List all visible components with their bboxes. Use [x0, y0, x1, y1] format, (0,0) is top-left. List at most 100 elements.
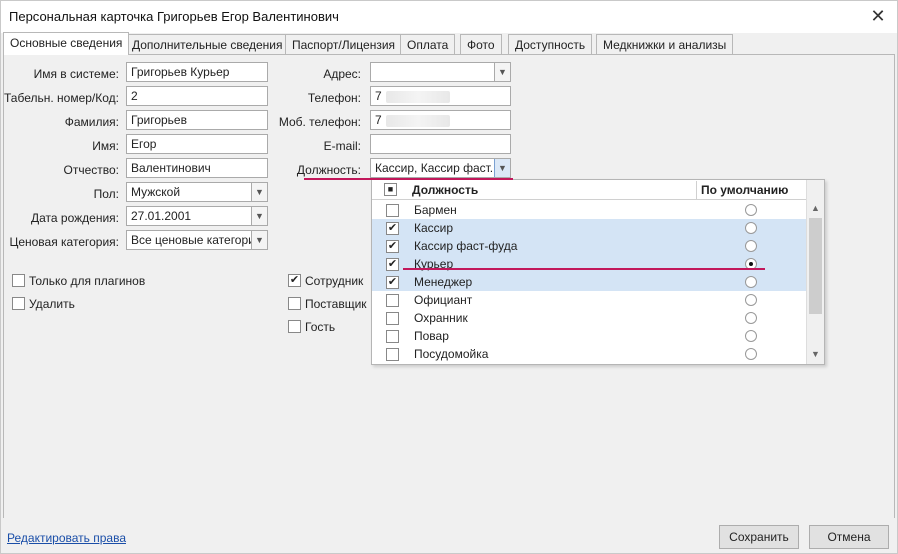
- supplier-label: Поставщик: [305, 297, 367, 311]
- price-category-select[interactable]: Все ценовые категории ▼: [126, 230, 268, 250]
- row-checkbox[interactable]: [386, 330, 399, 343]
- gender-value: Мужской: [131, 185, 181, 199]
- checkbox-box[interactable]: [12, 297, 25, 311]
- edit-rights-link[interactable]: Редактировать права: [7, 531, 126, 545]
- default-radio[interactable]: [745, 204, 757, 216]
- tab-number-input[interactable]: 2: [126, 86, 268, 106]
- patronymic-label: Отчество:: [63, 163, 120, 177]
- row-checkbox[interactable]: ✔: [386, 240, 399, 253]
- address-select[interactable]: ▼: [370, 62, 511, 82]
- chevron-down-icon[interactable]: ▼: [251, 183, 267, 201]
- row-checkbox[interactable]: ✔: [386, 276, 399, 289]
- mobile-input[interactable]: 7: [370, 110, 511, 130]
- birth-date-label: Дата рождения:: [31, 211, 119, 225]
- card-window: Персональная карточка Григорьев Егор Вал…: [0, 0, 898, 554]
- tab-number-label: Табельн. номер/Код:: [4, 91, 119, 105]
- list-item[interactable]: Посудомойка: [372, 345, 806, 363]
- tab-photo[interactable]: Фото: [460, 34, 502, 55]
- dropdown-list: Бармен ✔ Кассир ✔ Кассир фаст-фуда ✔ Курьер ✔ Ме…: [372, 201, 806, 365]
- checkbox-box[interactable]: [12, 274, 25, 288]
- surname-input[interactable]: Григорьев: [126, 110, 268, 130]
- employee-checkbox[interactable]: ✔ Сотрудник: [288, 274, 363, 290]
- default-radio[interactable]: [745, 312, 757, 324]
- close-icon[interactable]: ✕: [867, 5, 889, 27]
- first-name-label: Имя:: [92, 139, 119, 153]
- chevron-down-icon[interactable]: ▼: [494, 63, 510, 81]
- default-radio[interactable]: [745, 276, 757, 288]
- position-value: Кассир, Кассир фаст...: [375, 161, 500, 175]
- col-position-header: Должность: [412, 183, 479, 197]
- system-name-input[interactable]: Григорьев Курьер: [126, 62, 268, 82]
- gender-select[interactable]: Мужской ▼: [126, 182, 268, 202]
- surname-label: Фамилия:: [64, 115, 119, 129]
- tab-payment[interactable]: Оплата: [400, 34, 456, 55]
- position-name: Курьер: [414, 257, 454, 271]
- row-checkbox[interactable]: [386, 204, 399, 217]
- chevron-down-icon[interactable]: ▼: [251, 207, 267, 225]
- plugins-only-label: Только для плагинов: [29, 274, 146, 288]
- scroll-thumb[interactable]: [809, 218, 822, 314]
- row-checkbox[interactable]: ✔: [386, 222, 399, 235]
- employee-label: Сотрудник: [305, 274, 364, 288]
- chevron-down-icon[interactable]: ▼: [251, 231, 267, 249]
- email-input[interactable]: [370, 134, 511, 154]
- list-item[interactable]: ✔ Курьер: [372, 255, 806, 273]
- select-all-checkbox[interactable]: ■: [384, 183, 397, 197]
- position-name: Бармен: [414, 203, 457, 217]
- phone-value: 7: [375, 89, 382, 103]
- default-radio[interactable]: [745, 330, 757, 342]
- guest-checkbox[interactable]: Гость: [288, 320, 335, 336]
- chevron-down-icon[interactable]: ▼: [494, 159, 510, 177]
- guest-label: Гость: [305, 320, 336, 334]
- list-item[interactable]: ✔ Кассир: [372, 219, 806, 237]
- highlight-underline: [403, 268, 765, 270]
- list-item[interactable]: ✔ Менеджер: [372, 273, 806, 291]
- system-name-label: Имя в системе:: [33, 67, 119, 81]
- row-checkbox[interactable]: ✔: [386, 258, 399, 271]
- checkbox-box[interactable]: [288, 297, 301, 311]
- supplier-checkbox[interactable]: Поставщик: [288, 297, 367, 313]
- delete-checkbox[interactable]: Удалить: [12, 297, 75, 313]
- mobile-label: Моб. телефон:: [278, 115, 361, 129]
- col-default-header: По умолчанию: [696, 181, 788, 199]
- patronymic-input[interactable]: Валентинович: [126, 158, 268, 178]
- save-button[interactable]: Сохранить: [719, 525, 799, 549]
- list-item[interactable]: Бармен: [372, 201, 806, 219]
- position-name: Кассир фаст-фуда: [414, 239, 518, 253]
- default-radio[interactable]: [745, 240, 757, 252]
- list-item[interactable]: Охранник: [372, 309, 806, 327]
- default-radio[interactable]: [745, 222, 757, 234]
- row-checkbox[interactable]: [386, 348, 399, 361]
- tab-additional-info[interactable]: Дополнительные сведения: [125, 34, 290, 55]
- row-checkbox[interactable]: [386, 312, 399, 325]
- list-item[interactable]: Повар: [372, 327, 806, 345]
- position-select[interactable]: Кассир, Кассир фаст... ▼: [370, 158, 511, 178]
- scroll-down-icon[interactable]: ▼: [807, 346, 824, 362]
- checkbox-box[interactable]: ■: [384, 183, 397, 197]
- price-category-value: Все ценовые категории: [131, 233, 262, 247]
- list-item[interactable]: Официант: [372, 291, 806, 309]
- tab-passport[interactable]: Паспорт/Лицензия: [285, 34, 403, 55]
- position-name: Официант: [414, 293, 473, 307]
- default-radio[interactable]: [745, 348, 757, 360]
- position-name: Кассир: [414, 221, 454, 235]
- plugins-only-checkbox[interactable]: Только для плагинов: [12, 274, 145, 290]
- row-checkbox[interactable]: [386, 294, 399, 307]
- list-item[interactable]: ✔ Кассир фаст-фуда: [372, 237, 806, 255]
- cancel-button[interactable]: Отмена: [809, 525, 889, 549]
- redacted-mask: [385, 90, 450, 103]
- phone-label: Телефон:: [307, 91, 361, 105]
- checkbox-box[interactable]: [288, 320, 301, 334]
- dropdown-scrollbar[interactable]: ▲ ▼: [806, 180, 824, 364]
- checkbox-box[interactable]: ✔: [288, 274, 301, 288]
- phone-input[interactable]: 7: [370, 86, 511, 106]
- gender-label: Пол:: [93, 187, 119, 201]
- default-radio[interactable]: [745, 294, 757, 306]
- birth-date-picker[interactable]: 27.01.2001 ▼: [126, 206, 268, 226]
- scroll-up-icon[interactable]: ▲: [807, 200, 824, 216]
- tab-basic-info[interactable]: Основные сведения: [3, 32, 130, 55]
- tab-medical[interactable]: Медкнижки и анализы: [596, 34, 734, 55]
- first-name-input[interactable]: Егор: [126, 134, 268, 154]
- price-category-label: Ценовая категория:: [9, 235, 119, 249]
- tab-availability[interactable]: Доступность: [508, 34, 593, 55]
